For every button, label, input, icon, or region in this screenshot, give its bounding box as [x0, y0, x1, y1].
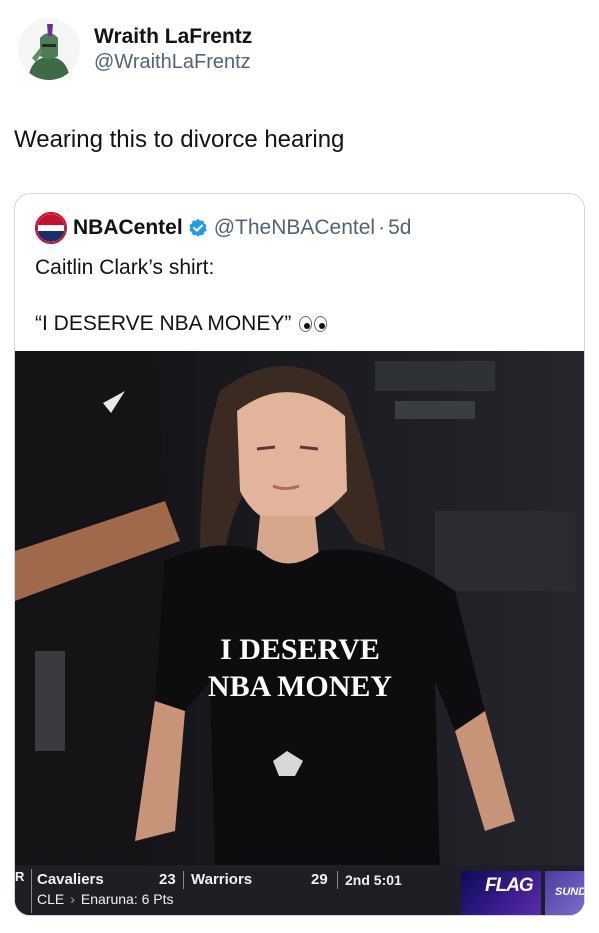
tweet-header: Wraith LaFrentz @WraithLaFrentz: [18, 18, 252, 80]
photo-scene: I DESERVE NBA MONEY: [15, 351, 584, 915]
score-bug: R Cavaliers 23 Warriors 29 2nd 5:01 CLE …: [15, 865, 585, 915]
team2-name: Warriors: [191, 871, 253, 888]
team2-score: 29: [311, 871, 328, 888]
quoted-handle[interactable]: @TheNBACentel: [214, 216, 375, 240]
centel-logo-icon: [37, 214, 65, 242]
author-avatar[interactable]: [18, 18, 80, 80]
score-bug-prefix: R: [15, 869, 25, 884]
separator-dot: ·: [378, 216, 386, 239]
author-display-name[interactable]: Wraith LaFrentz: [94, 24, 252, 50]
author-handle[interactable]: @WraithLaFrentz: [94, 50, 252, 74]
team1-name: Cavaliers: [37, 871, 104, 888]
eyes-emoji-icon: [299, 316, 329, 332]
quoted-display-name[interactable]: NBACentel: [73, 216, 183, 240]
sub-team: CLE: [37, 891, 65, 907]
shirt-text-line2: NBA MONEY: [208, 670, 393, 703]
quoted-text-quote: “I DESERVE NBA MONEY”: [35, 312, 292, 335]
quoted-tweet-header: NBACentel @TheNBACentel · 5d: [35, 212, 411, 244]
score-bug-subline: CLE › Enaruna: 6 Pts: [37, 891, 174, 907]
flag-logo-text: FLAG: [485, 875, 534, 896]
sunday-logo-text: SUND: [555, 886, 585, 898]
quoted-tweet[interactable]: NBACentel @TheNBACentel · 5d Caitlin Cla…: [14, 193, 585, 916]
quoted-text-line2: “I DESERVE NBA MONEY”: [35, 312, 329, 336]
chevron-right-icon: ›: [70, 891, 75, 907]
quoted-timestamp[interactable]: 5d: [388, 216, 411, 240]
game-clock: 2nd 5:01: [345, 872, 402, 888]
verified-badge-icon: [189, 218, 207, 237]
team1-score: 23: [159, 871, 176, 888]
knight-helmet-icon: [18, 18, 80, 80]
tweet-text: Wearing this to divorce hearing: [14, 126, 345, 153]
sub-detail: Enaruna: 6 Pts: [80, 891, 174, 907]
shirt-text-line1: I DESERVE: [220, 633, 380, 666]
quoted-media-image[interactable]: I DESERVE NBA MONEY R Cavaliers 23 Warri…: [15, 351, 585, 915]
quoted-text-line1: Caitlin Clark’s shirt:: [35, 256, 215, 279]
quoted-author-avatar[interactable]: [35, 212, 67, 244]
